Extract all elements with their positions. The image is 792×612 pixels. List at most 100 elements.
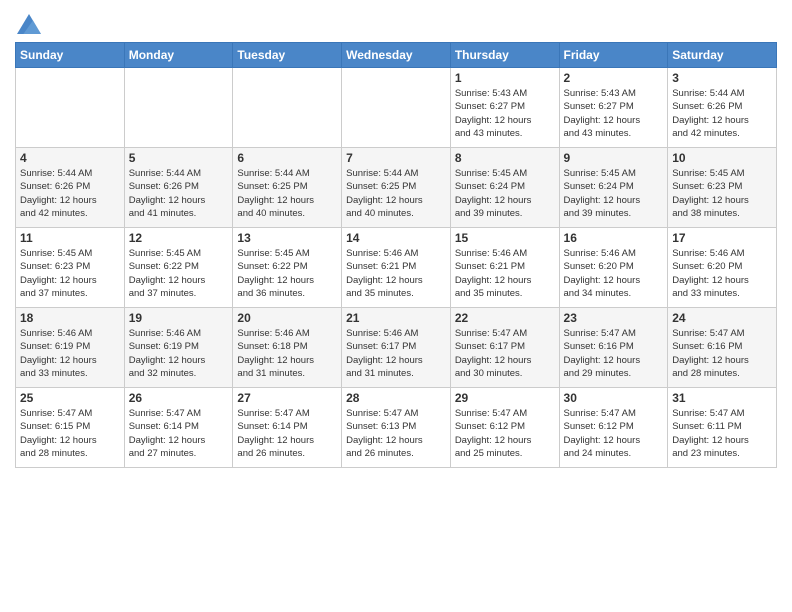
day-info: Sunrise: 5:46 AM Sunset: 6:20 PM Dayligh… [672,247,772,300]
calendar-cell: 8Sunrise: 5:45 AM Sunset: 6:24 PM Daylig… [450,148,559,228]
day-number: 21 [346,311,446,325]
calendar-cell: 1 Sunrise: 5:43 AM Sunset: 6:27 PM Daylig… [450,68,559,148]
calendar-cell: 6Sunrise: 5:44 AM Sunset: 6:25 PM Daylig… [233,148,342,228]
day-info: Sunrise: 5:46 AM Sunset: 6:17 PM Dayligh… [346,327,446,380]
day-number: 3 [672,71,772,85]
calendar-cell: 12 Sunrise: 5:45 AM Sunset: 6:22 PM Dayli… [124,228,233,308]
calendar-cell [124,68,233,148]
calendar-cell: 17 Sunrise: 5:46 AM Sunset: 6:20 PM Dayli… [668,228,777,308]
day-info: Sunrise: 5:47 AM Sunset: 6:15 PM Dayligh… [20,407,120,460]
calendar-cell: 21 Sunrise: 5:46 AM Sunset: 6:17 PM Dayli… [342,308,451,388]
weekday-header-friday: Friday [559,43,668,68]
calendar-week-1: 1 Sunrise: 5:43 AM Sunset: 6:27 PM Daylig… [16,68,777,148]
day-number: 2 [564,71,664,85]
day-number: 9 [564,151,664,165]
day-number: 17 [672,231,772,245]
calendar-cell: 30 Sunrise: 5:47 AM Sunset: 6:12 PM Dayli… [559,388,668,468]
day-number: 25 [20,391,120,405]
day-number: 24 [672,311,772,325]
calendar-cell: 31 Sunrise: 5:47 AM Sunset: 6:11 PM Dayli… [668,388,777,468]
day-info: Sunrise: 5:47 AM Sunset: 6:13 PM Dayligh… [346,407,446,460]
day-number: 14 [346,231,446,245]
day-info: Sunrise: 5:47 AM Sunset: 6:11 PM Dayligh… [672,407,772,460]
calendar-cell [342,68,451,148]
calendar-cell: 14 Sunrise: 5:46 AM Sunset: 6:21 PM Dayli… [342,228,451,308]
day-number: 31 [672,391,772,405]
day-number: 5 [129,151,229,165]
weekday-header-tuesday: Tuesday [233,43,342,68]
logo [15,14,41,34]
day-number: 30 [564,391,664,405]
calendar-cell: 27Sunrise: 5:47 AM Sunset: 6:14 PM Dayli… [233,388,342,468]
day-info: Sunrise: 5:47 AM Sunset: 6:14 PM Dayligh… [129,407,229,460]
day-number: 16 [564,231,664,245]
day-info: Sunrise: 5:47 AM Sunset: 6:12 PM Dayligh… [564,407,664,460]
calendar-cell: 16 Sunrise: 5:46 AM Sunset: 6:20 PM Dayli… [559,228,668,308]
day-info: Sunrise: 5:43 AM Sunset: 6:27 PM Dayligh… [564,87,664,140]
calendar-cell: 24 Sunrise: 5:47 AM Sunset: 6:16 PM Dayli… [668,308,777,388]
calendar-cell: 19Sunrise: 5:46 AM Sunset: 6:19 PM Dayli… [124,308,233,388]
day-number: 22 [455,311,555,325]
day-number: 10 [672,151,772,165]
day-number: 23 [564,311,664,325]
calendar-cell: 28Sunrise: 5:47 AM Sunset: 6:13 PM Dayli… [342,388,451,468]
day-info: Sunrise: 5:46 AM Sunset: 6:19 PM Dayligh… [129,327,229,380]
day-number: 7 [346,151,446,165]
calendar-cell: 7Sunrise: 5:44 AM Sunset: 6:25 PM Daylig… [342,148,451,228]
calendar-week-3: 11 Sunrise: 5:45 AM Sunset: 6:23 PM Dayli… [16,228,777,308]
calendar-cell: 11 Sunrise: 5:45 AM Sunset: 6:23 PM Dayli… [16,228,125,308]
page-container: SundayMondayTuesdayWednesdayThursdayFrid… [0,0,792,612]
day-info: Sunrise: 5:47 AM Sunset: 6:12 PM Dayligh… [455,407,555,460]
day-info: Sunrise: 5:45 AM Sunset: 6:22 PM Dayligh… [129,247,229,300]
calendar-cell [16,68,125,148]
calendar-cell: 5 Sunrise: 5:44 AM Sunset: 6:26 PM Daylig… [124,148,233,228]
calendar-cell: 2 Sunrise: 5:43 AM Sunset: 6:27 PM Daylig… [559,68,668,148]
calendar-table: SundayMondayTuesdayWednesdayThursdayFrid… [15,42,777,468]
day-number: 29 [455,391,555,405]
day-info: Sunrise: 5:45 AM Sunset: 6:24 PM Dayligh… [564,167,664,220]
day-info: Sunrise: 5:46 AM Sunset: 6:18 PM Dayligh… [237,327,337,380]
day-info: Sunrise: 5:44 AM Sunset: 6:26 PM Dayligh… [20,167,120,220]
calendar-cell: 18 Sunrise: 5:46 AM Sunset: 6:19 PM Dayli… [16,308,125,388]
day-info: Sunrise: 5:47 AM Sunset: 6:16 PM Dayligh… [672,327,772,380]
day-number: 11 [20,231,120,245]
calendar-cell: 25 Sunrise: 5:47 AM Sunset: 6:15 PM Dayli… [16,388,125,468]
calendar-cell: 23 Sunrise: 5:47 AM Sunset: 6:16 PM Dayli… [559,308,668,388]
weekday-header-sunday: Sunday [16,43,125,68]
weekday-header-row: SundayMondayTuesdayWednesdayThursdayFrid… [16,43,777,68]
calendar-cell: 10 Sunrise: 5:45 AM Sunset: 6:23 PM Dayli… [668,148,777,228]
day-number: 8 [455,151,555,165]
calendar-cell: 22 Sunrise: 5:47 AM Sunset: 6:17 PM Dayli… [450,308,559,388]
day-info: Sunrise: 5:46 AM Sunset: 6:21 PM Dayligh… [346,247,446,300]
day-info: Sunrise: 5:45 AM Sunset: 6:23 PM Dayligh… [20,247,120,300]
day-info: Sunrise: 5:46 AM Sunset: 6:20 PM Dayligh… [564,247,664,300]
logo-icon [17,14,41,34]
day-info: Sunrise: 5:45 AM Sunset: 6:23 PM Dayligh… [672,167,772,220]
calendar-cell [233,68,342,148]
day-number: 15 [455,231,555,245]
day-number: 12 [129,231,229,245]
day-info: Sunrise: 5:44 AM Sunset: 6:26 PM Dayligh… [129,167,229,220]
day-info: Sunrise: 5:45 AM Sunset: 6:22 PM Dayligh… [237,247,337,300]
calendar-week-4: 18 Sunrise: 5:46 AM Sunset: 6:19 PM Dayli… [16,308,777,388]
calendar-cell: 29 Sunrise: 5:47 AM Sunset: 6:12 PM Dayli… [450,388,559,468]
day-info: Sunrise: 5:46 AM Sunset: 6:21 PM Dayligh… [455,247,555,300]
day-number: 1 [455,71,555,85]
day-info: Sunrise: 5:47 AM Sunset: 6:16 PM Dayligh… [564,327,664,380]
day-info: Sunrise: 5:46 AM Sunset: 6:19 PM Dayligh… [20,327,120,380]
day-info: Sunrise: 5:43 AM Sunset: 6:27 PM Dayligh… [455,87,555,140]
day-number: 18 [20,311,120,325]
calendar-cell: 9 Sunrise: 5:45 AM Sunset: 6:24 PM Daylig… [559,148,668,228]
weekday-header-thursday: Thursday [450,43,559,68]
day-number: 20 [237,311,337,325]
calendar-cell: 13Sunrise: 5:45 AM Sunset: 6:22 PM Dayli… [233,228,342,308]
day-info: Sunrise: 5:47 AM Sunset: 6:14 PM Dayligh… [237,407,337,460]
day-info: Sunrise: 5:44 AM Sunset: 6:26 PM Dayligh… [672,87,772,140]
day-number: 26 [129,391,229,405]
day-number: 4 [20,151,120,165]
header [15,10,777,34]
day-info: Sunrise: 5:47 AM Sunset: 6:17 PM Dayligh… [455,327,555,380]
weekday-header-wednesday: Wednesday [342,43,451,68]
weekday-header-saturday: Saturday [668,43,777,68]
weekday-header-monday: Monday [124,43,233,68]
